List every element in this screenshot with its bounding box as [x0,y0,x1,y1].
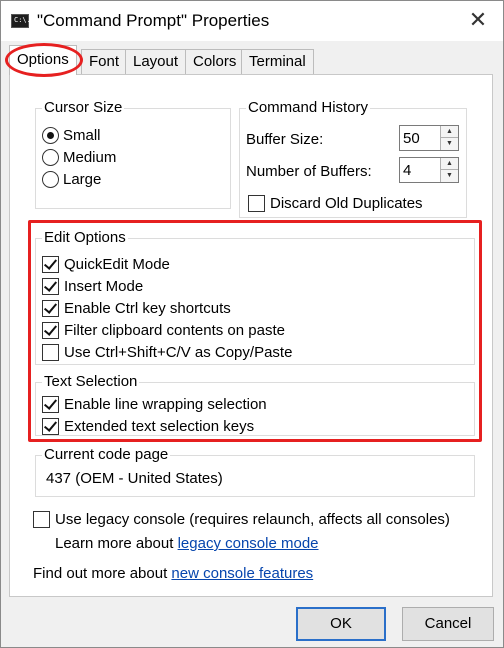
insert-mode-label: Insert Mode [64,278,144,295]
code-page-title: Current code page [42,446,171,463]
tab-layout[interactable]: Layout [125,49,187,75]
text-selection-title: Text Selection [42,373,140,390]
radio-large-label: Large [63,171,102,188]
title-bar: C:\. "Command Prompt" Properties ✕ [1,1,503,41]
code-page-value: 437 (OEM - United States) [46,470,223,487]
line-wrapping-selection[interactable]: Enable line wrapping selection [42,396,267,413]
filter-clipboard-checkbox[interactable] [42,322,59,339]
radio-small-button[interactable] [42,127,59,144]
insert-mode[interactable]: Insert Mode [42,278,143,295]
cancel-button[interactable]: Cancel [402,607,494,641]
text-selection-group: Text Selection Enable line wrapping sele… [35,373,475,436]
extended-selection-checkbox[interactable] [42,418,59,435]
num-buffers-down-icon[interactable]: ▼ [440,170,458,182]
learn-more-line: Learn more about legacy console mode [55,535,319,552]
tab-colors[interactable]: Colors [185,49,245,75]
buffer-size-up-icon[interactable]: ▲ [440,126,458,138]
discard-duplicates-label: Discard Old Duplicates [270,195,423,212]
legacy-console-label: Use legacy console (requires relaunch, a… [55,511,450,528]
buffer-size-down-icon[interactable]: ▼ [440,138,458,150]
ctrl-shortcuts[interactable]: Enable Ctrl key shortcuts [42,300,231,317]
find-out-line: Find out more about new console features [33,565,313,582]
quickedit-mode[interactable]: QuickEdit Mode [42,256,170,273]
radio-small[interactable]: Small [42,127,101,144]
cursor-size-title: Cursor Size [42,99,125,116]
insert-mode-checkbox[interactable] [42,278,59,295]
command-history-group: Command History Buffer Size: ▲ ▼ Number … [239,99,467,218]
line-wrapping-label: Enable line wrapping selection [64,396,267,413]
radio-medium-button[interactable] [42,149,59,166]
ctrl-shift-copy-paste[interactable]: Use Ctrl+Shift+C/V as Copy/Paste [42,344,292,361]
tab-terminal[interactable]: Terminal [241,49,314,75]
tab-strip: Options Font Layout Colors Terminal [9,45,489,75]
window-title: "Command Prompt" Properties [37,11,270,30]
num-buffers-spinner[interactable]: ▲ ▼ [399,157,459,183]
buffer-size-label: Buffer Size: [246,131,324,148]
find-out-prefix: Find out more about [33,565,168,582]
radio-large-button[interactable] [42,171,59,188]
buffer-size-spinner[interactable]: ▲ ▼ [399,125,459,151]
quickedit-checkbox[interactable] [42,256,59,273]
tab-options[interactable]: Options [9,45,77,75]
cursor-size-group: Cursor Size Small Medium Large [35,99,231,209]
quickedit-label: QuickEdit Mode [64,256,170,273]
extended-selection-keys[interactable]: Extended text selection keys [42,418,254,435]
learn-more-prefix: Learn more about [55,535,174,552]
buffer-size-input[interactable] [400,126,440,150]
properties-dialog: C:\. "Command Prompt" Properties ✕ Optio… [0,0,504,648]
legacy-console-checkbox[interactable] [33,511,50,528]
discard-duplicates[interactable]: Discard Old Duplicates [248,195,423,212]
radio-medium-label: Medium [63,149,117,166]
close-button[interactable]: ✕ [463,6,493,36]
close-icon: ✕ [468,8,488,33]
discard-duplicates-checkbox[interactable] [248,195,265,212]
radio-medium[interactable]: Medium [42,149,116,166]
ctrl-shortcuts-label: Enable Ctrl key shortcuts [64,300,231,317]
code-page-group: Current code page 437 (OEM - United Stat… [35,446,475,497]
legacy-console[interactable]: Use legacy console (requires relaunch, a… [33,511,450,528]
ctrl-shortcuts-checkbox[interactable] [42,300,59,317]
ctrl-shift-checkbox[interactable] [42,344,59,361]
num-buffers-input[interactable] [400,158,440,182]
num-buffers-label: Number of Buffers: [246,163,372,180]
command-prompt-icon: C:\. [11,14,31,28]
line-wrapping-checkbox[interactable] [42,396,59,413]
ctrl-shift-label: Use Ctrl+Shift+C/V as Copy/Paste [64,344,293,361]
options-panel: Cursor Size Small Medium Large Command H… [9,74,493,597]
legacy-console-link[interactable]: legacy console mode [178,535,319,552]
radio-small-label: Small [63,127,101,144]
ok-button[interactable]: OK [296,607,386,641]
edit-options-title: Edit Options [42,229,128,246]
filter-clipboard-label: Filter clipboard contents on paste [64,322,285,339]
radio-large[interactable]: Large [42,171,101,188]
filter-clipboard[interactable]: Filter clipboard contents on paste [42,322,285,339]
new-console-features-link[interactable]: new console features [171,565,313,582]
extended-selection-label: Extended text selection keys [64,418,255,435]
tab-font[interactable]: Font [81,49,128,75]
edit-options-group: Edit Options QuickEdit Mode Insert Mode … [35,229,475,365]
num-buffers-up-icon[interactable]: ▲ [440,158,458,170]
command-history-title: Command History [246,99,371,116]
